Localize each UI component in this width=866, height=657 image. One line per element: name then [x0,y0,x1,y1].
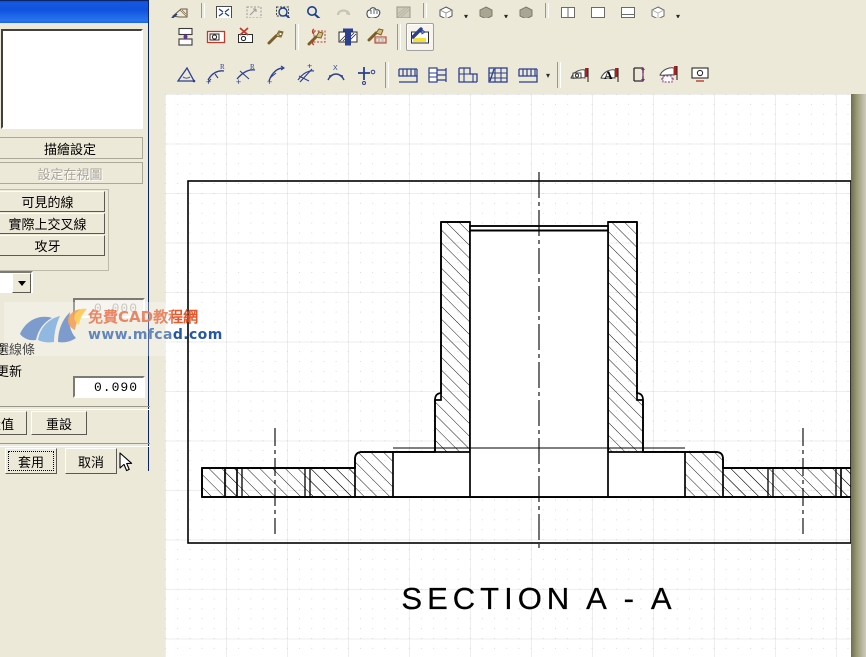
settings-in-view-button: 設定在視圖 [0,162,143,184]
cancel-button[interactable]: 取消 [65,448,117,474]
chevron-down-icon[interactable] [12,273,31,293]
draw-settings-button[interactable]: 描繪設定 [0,137,143,159]
toolbar-separator [295,24,299,50]
angular-dimension-icon[interactable] [172,61,200,89]
highlight-area-icon[interactable] [406,23,434,51]
annotation-toolbar[interactable] [165,18,866,57]
thread-callout-icon[interactable] [304,23,332,51]
sketch-relations-toolbar[interactable]: R + R + + + X ▾ A [165,56,866,96]
svg-text:+: + [307,64,312,71]
tangent-arc-icon[interactable]: + [292,61,320,89]
draw-settings-label: 描繪設定 [43,141,96,157]
svg-text:A: A [604,68,613,82]
dropdown-arrow-icon[interactable]: ▾ [543,71,553,80]
general-table-icon[interactable] [514,61,542,89]
apply-button[interactable]: 套用 [5,448,57,474]
svg-text:R: R [220,64,225,71]
dialog-title-bar[interactable] [0,1,148,23]
crossing-lines-button[interactable]: 實際上交叉線 [0,213,105,234]
area-hatch-icon[interactable] [656,61,684,89]
settings-in-view-label: 設定在視圖 [37,166,103,182]
hatch-pattern-icon[interactable] [334,23,362,51]
line-style-combo[interactable] [0,271,33,293]
drawing-options-dialog[interactable]: 描繪設定 設定在視圖 可見的線 實際上交叉線 攻牙 0.000 選線條 更新 0… [0,0,150,474]
arc-radius-icon[interactable]: R + [232,61,260,89]
cancel-label: 取消 [77,454,104,470]
combo-value [0,273,12,291]
svg-text:R: R [250,64,255,71]
canvas-right-border [851,94,866,657]
default-value-button[interactable]: 設值 [0,411,27,435]
section-label: SECTION A - A [401,581,676,616]
note-flag-icon[interactable] [566,61,594,89]
visible-lines-button[interactable]: 可見的線 [0,191,105,212]
tapping-label: 攻牙 [34,239,61,254]
revision-table-icon[interactable] [454,61,482,89]
drawing-canvas[interactable]: SECTION A - A [165,94,855,657]
toolbar-separator [397,24,401,50]
dialog-body: 描繪設定 設定在視圖 可見的線 實際上交叉線 攻牙 0.000 選線條 更新 0… [0,23,150,474]
radius-dimension-icon[interactable]: R + [202,61,230,89]
tapping-button[interactable]: 攻牙 [0,235,105,256]
svg-text:X: X [333,65,338,72]
value-top-field[interactable]: 0.000 [73,298,145,318]
selected-line-label: 已選線條 [0,342,36,357]
datum-feature-icon[interactable] [172,23,200,51]
visible-lines-label: 可見的線 [21,195,74,210]
center-mark-icon[interactable] [352,61,380,89]
bom-table-icon[interactable] [394,61,422,89]
chamfer-arc-icon[interactable]: X [322,61,350,89]
balloon-stack-icon[interactable] [626,61,654,89]
dialog-divider [0,406,150,410]
svg-text:+: + [236,77,241,86]
reset-button[interactable]: 重設 [31,411,87,435]
weldment-table-icon[interactable] [484,61,512,89]
svg-text:+: + [267,77,272,86]
auto-update-label: 動更新 [0,364,23,379]
dialog-divider-bottom [0,443,150,447]
hole-table-icon[interactable] [424,61,452,89]
toolbar-separator [385,62,389,88]
text-note-icon[interactable]: A [596,61,624,89]
surface-finish-icon[interactable] [202,23,230,51]
value-top-text: 0.000 [93,300,138,316]
default-value-label: 設值 [0,416,14,432]
svg-text:+: + [206,77,211,86]
crossing-lines-label: 實際上交叉線 [8,217,87,232]
cad-application-window: ▾ ▾ ▾ R + R + + + X ▾ A SECTION A - A 描繪… [0,0,866,657]
mouse-cursor [119,452,133,472]
options-list[interactable] [1,29,143,129]
hole-callout-icon[interactable] [262,23,290,51]
toolbar-separator [557,62,561,88]
value-bottom-field[interactable]: 0.090 [73,376,145,398]
surface-symbol-icon[interactable] [686,61,714,89]
apply-label: 套用 [17,454,44,470]
section-view-geometry: SECTION A - A [187,172,855,616]
reset-label: 重設 [45,416,72,432]
weld-symbol-icon[interactable] [232,23,260,51]
block-callout-icon[interactable] [364,23,392,51]
view-toolbar[interactable]: ▾ ▾ ▾ [165,0,866,29]
value-bottom-text: 0.090 [93,379,138,395]
arc-length-icon[interactable]: + [262,61,290,89]
